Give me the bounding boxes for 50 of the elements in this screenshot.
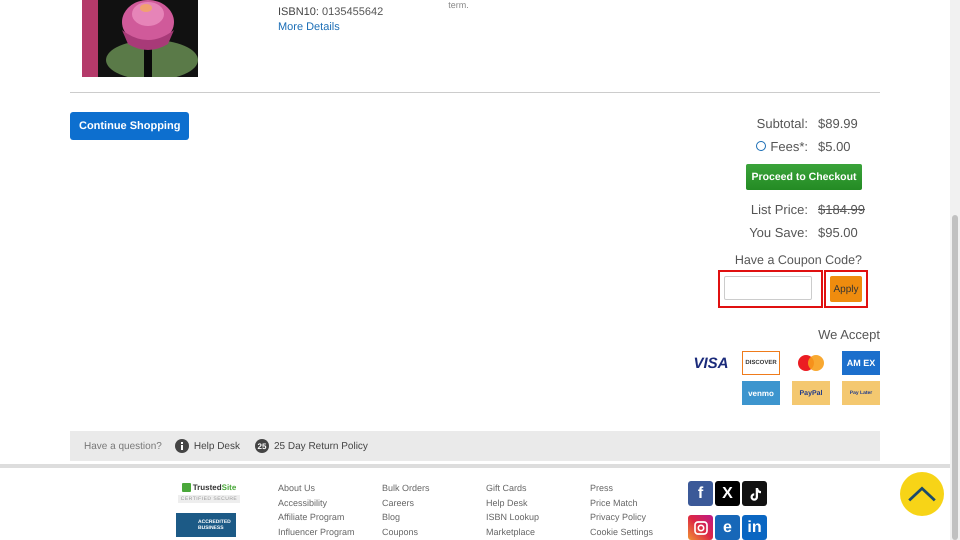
footer-link[interactable]: Marketplace — [486, 526, 536, 538]
footer-link[interactable]: Blog — [382, 512, 400, 524]
footer-link[interactable]: Influencer Program — [278, 526, 355, 538]
footer-link[interactable]: Gift Cards — [486, 483, 527, 494]
checkout-button[interactable]: Proceed to Checkout — [746, 164, 862, 190]
summary-label: Fees*: — [730, 139, 808, 154]
footer-link[interactable]: Bulk Orders — [382, 483, 430, 494]
footer-link[interactable]: Help Desk — [486, 498, 528, 509]
footer-link[interactable]: Privacy Policy — [590, 512, 646, 524]
coupon-field[interactable] — [718, 270, 823, 308]
more-details-link[interactable]: More Details — [278, 21, 384, 33]
return-badge: 25 — [254, 439, 269, 453]
footer-link[interactable]: Careers — [382, 498, 414, 509]
footer-link[interactable]: About Us — [278, 483, 316, 494]
continue-shopping-button[interactable]: Continue Shopping — [70, 112, 190, 140]
summary-label: Subtotal: — [756, 116, 808, 131]
social-icon[interactable]: f — [688, 481, 713, 506]
isbn-text: ISBN10: 0135455642 — [278, 6, 384, 18]
apply-button[interactable]: Apply — [830, 276, 862, 302]
payment-logo: venmo — [742, 381, 780, 405]
footer-link[interactable]: Press — [590, 483, 614, 494]
summary-label: You Save: — [748, 225, 808, 240]
scrollbar[interactable] — [950, 0, 960, 540]
music-note-icon[interactable] — [742, 481, 767, 506]
footer-link[interactable]: Accessibility — [278, 498, 328, 509]
summary-value: $5.00 — [818, 139, 851, 154]
camera-icon[interactable] — [688, 515, 713, 540]
back-to-top-button[interactable] — [900, 472, 944, 516]
description-text: term. — [448, 0, 469, 10]
visa-logo: VISA — [692, 354, 730, 374]
social-icon[interactable]: in — [742, 515, 767, 540]
footer-link[interactable]: ISBN Lookup — [486, 512, 540, 524]
return-policy-link[interactable]: 25 Day Return Policy — [274, 440, 368, 452]
summary-value: $184.99 — [818, 202, 865, 217]
coupon-heading: Have a Coupon Code? — [734, 253, 862, 267]
footer-link[interactable]: Coupons — [382, 526, 418, 538]
footer-link[interactable]: Cookie Settings — [590, 526, 654, 538]
summary-label: List Price: — [750, 202, 808, 217]
summary-value: $95.00 — [818, 225, 858, 240]
we-accept-heading: We Accept — [818, 327, 880, 342]
chevron-up-icon — [906, 484, 938, 504]
social-icon[interactable]: e — [715, 515, 740, 540]
help-desk-link[interactable]: Help Desk — [194, 440, 240, 452]
footer-link[interactable]: Affiliate Program — [278, 512, 344, 524]
summary-value: $89.99 — [818, 116, 858, 131]
social-icon[interactable]: X — [715, 481, 740, 506]
card-logo: AM EX — [842, 351, 880, 375]
badge-title: TrustedSite — [192, 483, 236, 492]
footer-link[interactable]: Price Match — [590, 498, 638, 509]
question-text: Have a question? — [84, 440, 162, 452]
